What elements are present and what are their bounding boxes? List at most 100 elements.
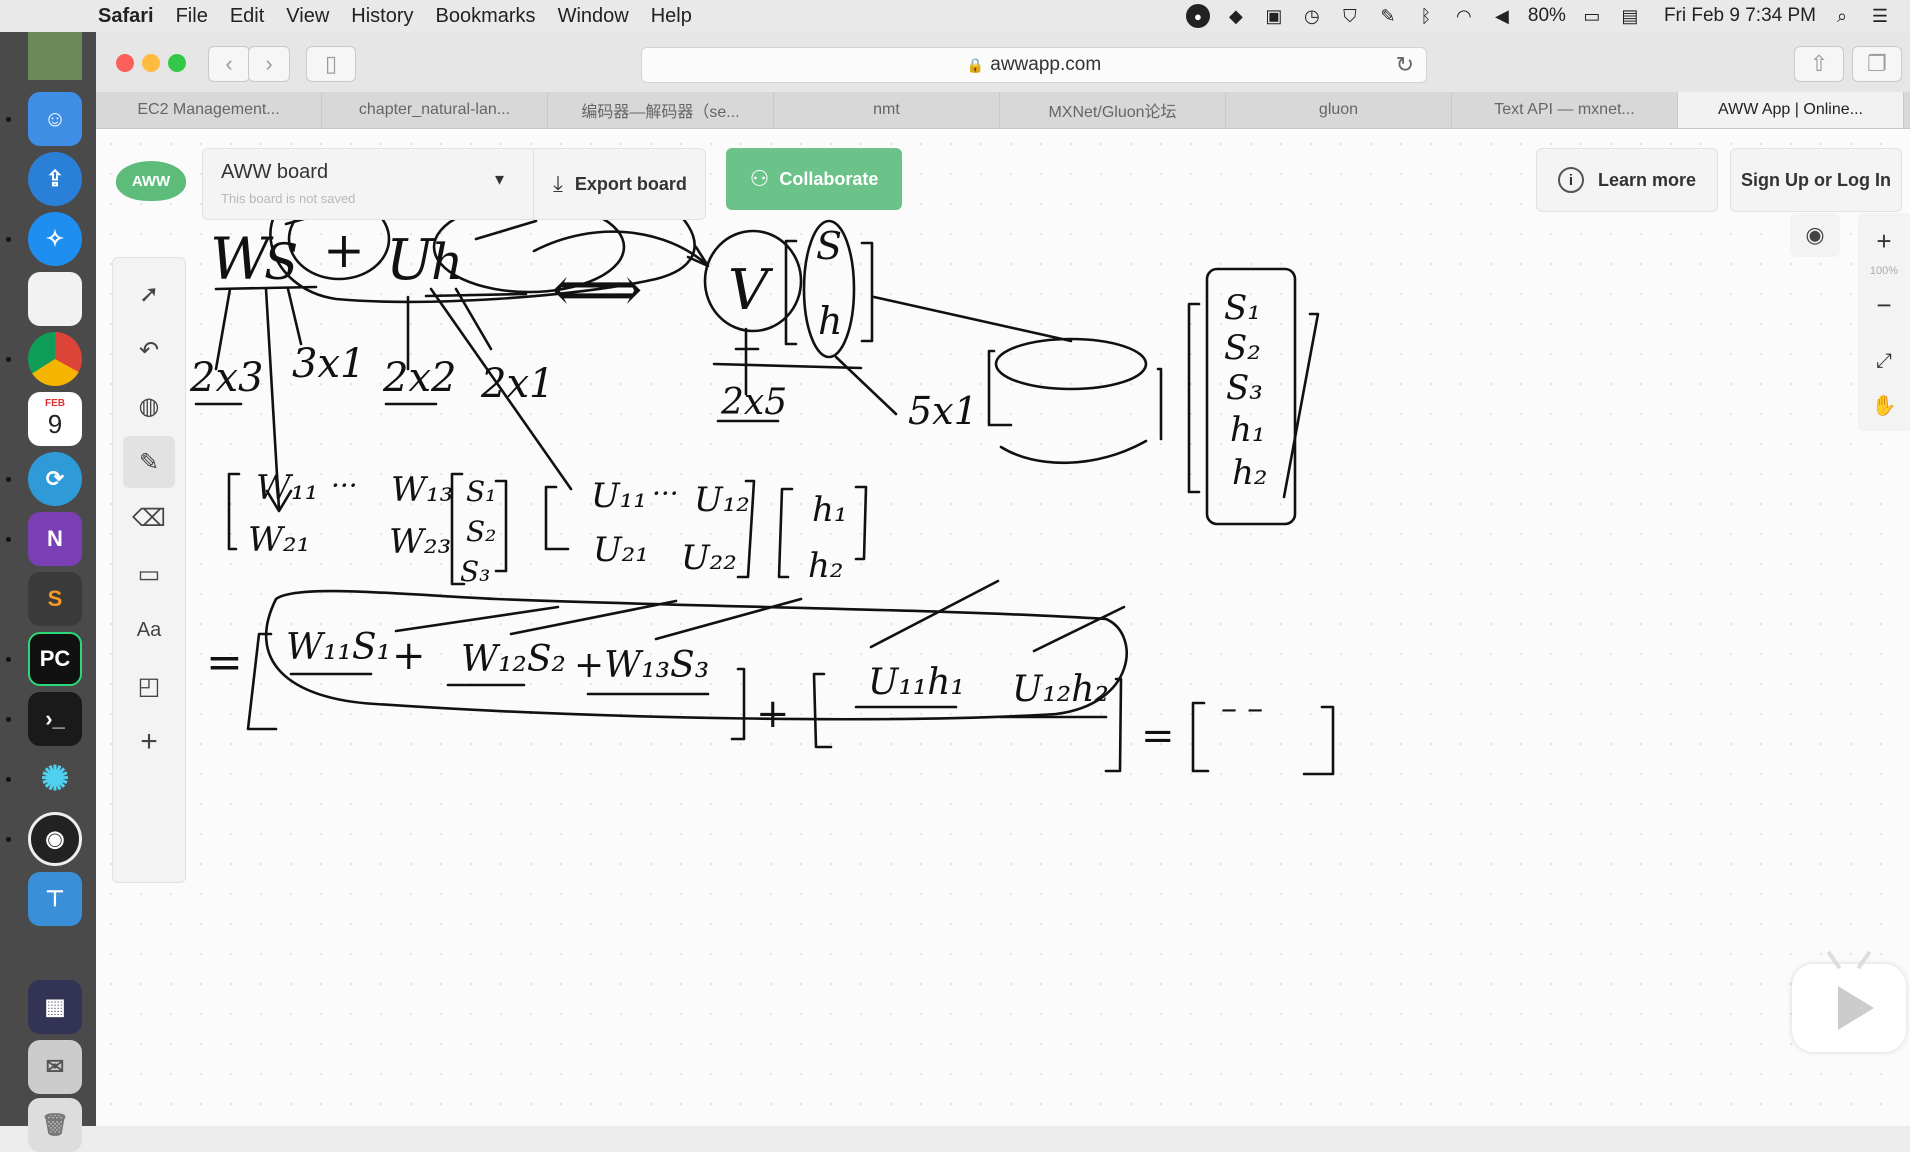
zoom-in-button[interactable]: + xyxy=(1858,221,1910,261)
tab-text-api[interactable]: Text API — mxnet... xyxy=(1452,92,1678,128)
sublime-icon[interactable]: S xyxy=(28,572,82,626)
sign-up-label: Sign Up or Log In xyxy=(1741,169,1891,190)
minimize-window-button[interactable] xyxy=(142,54,160,72)
v-underline xyxy=(712,362,863,370)
evernote-icon[interactable]: ✎ xyxy=(1376,5,1400,27)
menu-view[interactable]: View xyxy=(286,5,329,28)
sidebar-toggle-button[interactable]: ▯ xyxy=(306,46,356,82)
menu-bookmarks[interactable]: Bookmarks xyxy=(436,5,536,28)
tab-nmt[interactable]: nmt xyxy=(774,92,1000,128)
learn-more-button[interactable]: i Learn more xyxy=(1536,148,1718,212)
creative-cloud-icon[interactable]: ● xyxy=(1185,4,1210,28)
dropbox-icon[interactable]: ◆ xyxy=(1224,5,1248,27)
migration-icon[interactable]: ⇪ xyxy=(28,152,82,206)
pen-tool[interactable]: ✎ xyxy=(123,436,175,488)
w-dots: ··· xyxy=(331,469,358,502)
spotlight-search-icon[interactable]: ⌕ xyxy=(1830,5,1854,27)
pan-button[interactable]: ✋ xyxy=(1858,385,1910,425)
share-button[interactable]: ⇧ xyxy=(1794,46,1844,82)
chrome-icon[interactable] xyxy=(28,332,82,386)
eraser-tool[interactable]: ⌫ xyxy=(123,492,175,544)
menu-window[interactable]: Window xyxy=(558,5,629,28)
preview-icon[interactable]: ✉ xyxy=(28,1040,82,1094)
menu-history[interactable]: History xyxy=(351,5,413,28)
add-tool[interactable]: + xyxy=(123,716,175,768)
menu-file[interactable]: File xyxy=(176,5,208,28)
zoom-controls: + 100% − ⤢ ✋ xyxy=(1858,213,1910,431)
calendar-icon[interactable]: FEB 9 xyxy=(28,392,82,446)
onenote-icon[interactable]: N xyxy=(28,512,82,566)
shield-icon[interactable]: ⛉ xyxy=(1338,5,1362,27)
pen-icon: ✎ xyxy=(138,448,160,476)
share-icon: ⇧ xyxy=(1809,51,1829,76)
battery-icon[interactable]: ▭ xyxy=(1580,5,1604,27)
clock[interactable]: Fri Feb 9 7:34 PM xyxy=(1664,5,1816,27)
forward-button[interactable]: › xyxy=(248,46,290,82)
menu-edit[interactable]: Edit xyxy=(230,5,264,28)
volume-icon[interactable]: ◀ xyxy=(1490,5,1514,27)
screen-share-icon[interactable]: ▣ xyxy=(1262,5,1286,27)
pycharm-icon[interactable]: PC xyxy=(28,632,82,686)
collaborate-button[interactable]: ⚇ Collaborate xyxy=(726,148,902,210)
finder-icon[interactable]: ☺ xyxy=(28,92,82,146)
tab-ec2[interactable]: EC2 Management... xyxy=(96,92,322,128)
flag-icon[interactable]: ▤ xyxy=(1618,5,1642,27)
learn-more-label: Learn more xyxy=(1597,169,1697,190)
wifi-icon[interactable]: ◠ xyxy=(1452,5,1476,27)
sticky-note-tool[interactable]: ◰ xyxy=(123,660,175,712)
formula-u: U xyxy=(386,228,435,293)
obs-icon[interactable]: ◉ xyxy=(28,812,82,866)
lock-icon: 🔒 xyxy=(966,56,985,73)
timer-icon[interactable]: ◷ xyxy=(1300,5,1324,27)
status-area: ● ◆ ▣ ◷ ⛉ ✎ ᛒ ◠ ◀ 80% ▭ ▤ Fri Feb 9 7:34… xyxy=(1185,0,1892,32)
export-board-button[interactable]: ⤓ Export board xyxy=(533,149,706,219)
chevron-down-icon[interactable]: ▾ xyxy=(495,169,504,190)
menu-app-name[interactable]: Safari xyxy=(98,5,154,28)
address-bar[interactable]: 🔒 awwapp.com ↻ xyxy=(641,47,1427,83)
fit-screen-button[interactable]: ⤢ xyxy=(1858,341,1910,381)
reload-icon[interactable]: ↻ xyxy=(1396,52,1414,78)
tab-mxnet-forum[interactable]: MXNet/Gluon论坛 xyxy=(1000,92,1226,128)
expansion-bracket-right xyxy=(730,667,746,741)
zoom-out-button[interactable]: − xyxy=(1858,285,1910,325)
running-indicator xyxy=(6,717,11,722)
tab-gluon[interactable]: gluon xyxy=(1226,92,1452,128)
aww-logo[interactable]: AWW xyxy=(116,161,186,201)
running-indicator xyxy=(6,357,11,362)
whiteboard-canvas[interactable]: W S + U h 2x3 3x1 2x2 2x1 ⟺ V S h 2x5 5x… xyxy=(96,129,1910,1126)
big-vector-bracket-right xyxy=(1282,312,1320,499)
presentation-mode-button[interactable]: ◉ xyxy=(1790,213,1840,257)
sign-up-button[interactable]: Sign Up or Log In xyxy=(1730,148,1902,212)
terminal-icon[interactable]: ›_ xyxy=(28,692,82,746)
video-play-overlay[interactable] xyxy=(1792,950,1906,1052)
calendar-month: FEB xyxy=(45,398,65,409)
text-tool[interactable]: Aa xyxy=(123,604,175,656)
chevron-left-icon: ‹ xyxy=(225,51,233,76)
tab-aww-app[interactable]: AWW App | Online... xyxy=(1678,92,1904,128)
screen-icon[interactable]: ▦ xyxy=(28,980,82,1034)
color-tool[interactable]: ◍ xyxy=(123,380,175,432)
select-tool[interactable]: ➚ xyxy=(123,268,175,320)
notes-icon[interactable] xyxy=(28,272,82,326)
trash-icon[interactable]: 🗑 xyxy=(28,1098,82,1152)
sidebar-icon: ▯ xyxy=(324,51,338,76)
keynote-icon[interactable]: ⊤ xyxy=(28,872,82,926)
shape-tool[interactable]: ▭ xyxy=(123,548,175,600)
safari-icon[interactable]: ✧ xyxy=(28,212,82,266)
tab-encoder-decoder[interactable]: 编码器—解码器（se... xyxy=(548,92,774,128)
gear-flower-icon[interactable]: ✺ xyxy=(28,752,82,806)
tab-chapter-natural-language[interactable]: chapter_natural-lan... xyxy=(322,92,548,128)
show-tabs-button[interactable]: ❐ xyxy=(1852,46,1902,82)
network-icon[interactable]: ⟳ xyxy=(28,452,82,506)
bluetooth-icon[interactable]: ᛒ xyxy=(1414,5,1438,27)
close-window-button[interactable] xyxy=(116,54,134,72)
undo-icon: ↶ xyxy=(138,336,160,364)
board-title[interactable]: AWW board xyxy=(221,161,328,184)
undo-tool[interactable]: ↶ xyxy=(123,324,175,376)
back-button[interactable]: ‹ xyxy=(208,46,250,82)
term-u12h2: U₁₂h₂ xyxy=(1012,669,1109,710)
menu-bar: Safari File Edit View History Bookmarks … xyxy=(0,0,1910,33)
notification-center-icon[interactable]: ☰ xyxy=(1868,5,1892,27)
menu-help[interactable]: Help xyxy=(651,5,692,28)
zoom-window-button[interactable] xyxy=(168,54,186,72)
